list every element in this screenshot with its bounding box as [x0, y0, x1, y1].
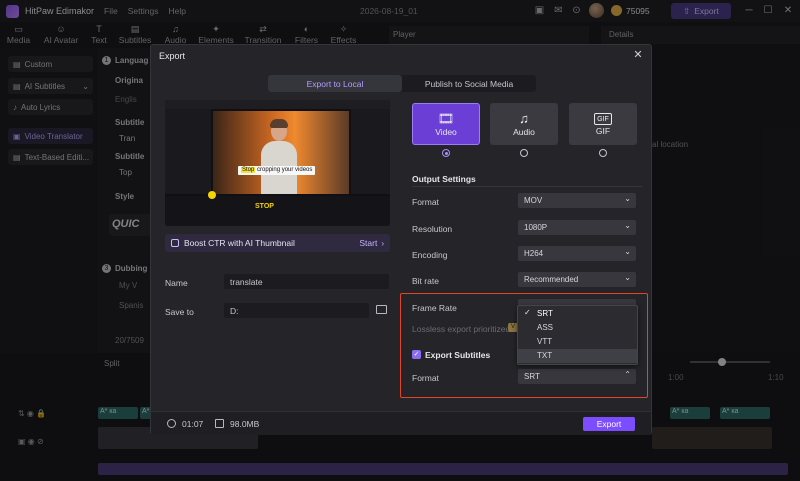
format-label: Format	[412, 197, 439, 207]
resolution-select[interactable]: 1080P ⌄	[518, 220, 636, 235]
film-icon: 🎞	[437, 111, 455, 126]
name-input[interactable]: translate	[224, 274, 389, 289]
boost-start-button[interactable]: Start	[359, 238, 377, 248]
dropdown-option-ass[interactable]: ASS	[518, 321, 637, 335]
close-icon[interactable]: ✕	[631, 48, 645, 62]
bitrate-value: Recommended	[524, 275, 579, 284]
preview-editor-topbar	[165, 100, 390, 109]
image-icon	[171, 239, 179, 247]
type-label: GIF	[595, 125, 611, 136]
tab-export-to-local[interactable]: Export to Local	[268, 75, 402, 92]
presenter-hair	[270, 119, 288, 128]
presenter-figure	[259, 119, 299, 194]
option-label: VTT	[537, 337, 553, 346]
export-button[interactable]: Export	[583, 417, 635, 431]
subtitle-format-value: SRT	[524, 372, 540, 381]
folder-icon[interactable]	[376, 305, 387, 314]
chevron-up-icon: ⌃	[624, 370, 631, 379]
section-divider	[412, 186, 642, 187]
save-to-label: Save to	[165, 307, 194, 317]
option-label: SRT	[537, 309, 553, 318]
dialog-title: Export	[159, 51, 186, 61]
option-label: ASS	[537, 323, 554, 332]
subtitle-format-select[interactable]: SRT ⌃	[518, 369, 636, 384]
gif-icon: GIF	[594, 112, 612, 125]
export-preview	[165, 100, 390, 226]
output-settings-title: Output Settings	[412, 174, 476, 184]
preview-editor-left	[165, 109, 211, 194]
format-value: MOV	[524, 196, 543, 205]
export-subtitles-label: Export Subtitles	[425, 350, 491, 360]
chevron-right-icon: ›	[381, 238, 384, 248]
dialog-footer: 01:07 98.0MB Export	[151, 411, 651, 435]
bitrate-label: Bit rate	[412, 276, 439, 286]
music-note-icon: ♫	[519, 111, 529, 126]
frame-rate-label: Frame Rate	[412, 303, 457, 313]
export-subtitles-checkbox[interactable]: ✓	[412, 350, 421, 359]
file-size-icon	[215, 419, 224, 428]
subtitle-format-dropdown: ✓ SRT ASS VTT TXT	[517, 305, 638, 365]
preview-marker-dot	[208, 191, 216, 199]
boost-text: Boost CTR with AI Thumbnail	[184, 238, 295, 248]
export-tabs: Export to Local Publish to Social Media	[268, 75, 536, 92]
type-card-audio[interactable]: ♫ Audio	[490, 103, 558, 145]
preview-stop-text: STOP	[255, 203, 274, 210]
type-card-video[interactable]: 🎞 Video	[412, 103, 480, 145]
lossless-label: Lossless export prioritized	[412, 324, 511, 334]
subtitle-format-label: Format	[412, 373, 439, 383]
caption-text: cropping your videos	[257, 167, 313, 173]
dropdown-option-srt[interactable]: ✓ SRT	[518, 307, 637, 321]
chevron-down-icon: ⌄	[624, 221, 631, 230]
resolution-label: Resolution	[412, 224, 453, 234]
chevron-down-icon: ⌄	[624, 194, 631, 203]
preview-caption: Stop cropping your videos	[238, 166, 316, 175]
check-icon: ✓	[524, 308, 531, 317]
type-label: Audio	[513, 127, 535, 137]
audio-radio[interactable]	[520, 149, 528, 157]
encoding-value: H264	[524, 249, 544, 258]
gif-radio[interactable]	[599, 149, 607, 157]
export-dialog: Export ✕ Export to Local Publish to Soci…	[150, 44, 652, 435]
duration: 01:07	[182, 419, 204, 429]
preview-editor-timeline	[165, 196, 390, 226]
chevron-down-icon: ⌄	[624, 273, 631, 282]
dropdown-option-vtt[interactable]: VTT	[518, 335, 637, 349]
format-select[interactable]: MOV ⌄	[518, 193, 636, 208]
preview-editor-right	[351, 109, 390, 194]
caption-highlight: Stop	[241, 167, 256, 173]
resolution-value: 1080P	[524, 223, 548, 232]
dropdown-option-txt[interactable]: TXT	[518, 349, 637, 363]
file-size: 98.0MB	[230, 419, 260, 429]
option-label: TXT	[537, 351, 553, 360]
video-radio[interactable]	[442, 149, 450, 157]
boost-thumbnail-banner[interactable]: Boost CTR with AI Thumbnail Start ›	[165, 234, 390, 252]
tab-publish-to-social[interactable]: Publish to Social Media	[402, 75, 536, 92]
preview-video-frame	[213, 111, 349, 194]
chevron-down-icon: ⌄	[624, 247, 631, 256]
name-label: Name	[165, 278, 188, 288]
type-label: Video	[435, 127, 457, 137]
encoding-label: Encoding	[412, 250, 448, 260]
save-to-input[interactable]: D:	[224, 303, 369, 318]
clock-icon	[167, 419, 176, 428]
encoding-select[interactable]: H264 ⌄	[518, 246, 636, 261]
bitrate-select[interactable]: Recommended ⌄	[518, 272, 636, 287]
type-card-gif[interactable]: GIF GIF	[569, 103, 637, 145]
